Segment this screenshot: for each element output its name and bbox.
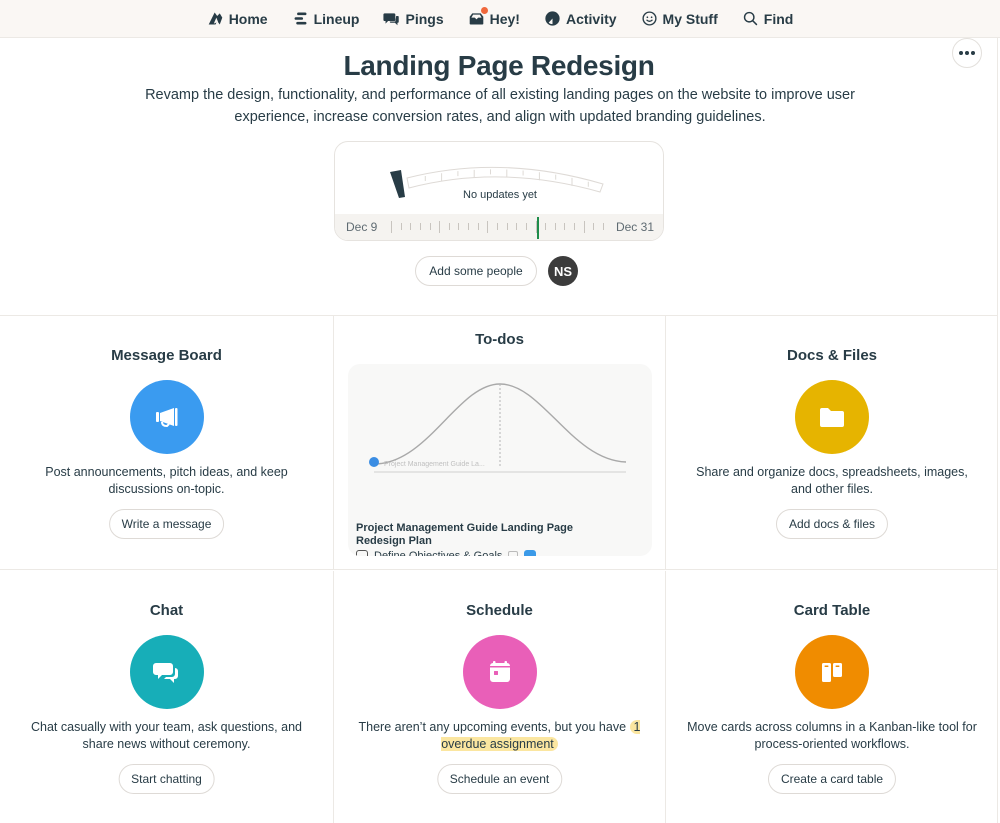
folder-icon (795, 380, 869, 454)
megaphone-icon (129, 380, 204, 454)
timeline-tick (603, 223, 604, 230)
timeline-tick (545, 223, 547, 230)
timeline-end-date: Dec 31 (615, 220, 654, 234)
timeline-tick (593, 223, 595, 230)
tool-title: To-dos (475, 331, 524, 348)
basecamp-home-icon (207, 10, 224, 27)
schedule-event-button[interactable]: Schedule an event (436, 764, 563, 794)
nav-pings-label: Pings (405, 10, 444, 27)
avatar[interactable]: NS (548, 256, 578, 286)
timeline-tick (400, 223, 402, 230)
todo-list-name[interactable]: Project Management Guide Landing Page Re… (356, 522, 606, 548)
timeline-tick (391, 221, 392, 233)
create-card-table-button[interactable]: Create a card table (767, 764, 897, 794)
tool-todos[interactable]: To-dos Project Management Guide La... Pr… (333, 316, 666, 570)
assignee-icon (524, 550, 537, 556)
timeline-tick (564, 223, 566, 230)
tool-title: Chat (149, 602, 184, 619)
project-description: Revamp the design, functionality, and pe… (145, 87, 855, 125)
tool-docs-files[interactable]: Docs & Files Share and organize docs, sp… (666, 316, 998, 570)
tool-chat[interactable]: Chat Chat casually with your team, ask q… (0, 571, 333, 823)
tool-description: There aren’t any upcoming events, but yo… (354, 719, 645, 753)
notification-badge (480, 7, 488, 14)
timeline-bar: Dec 9 Dec 31 (335, 214, 663, 240)
timeline-tick (439, 221, 441, 233)
tool-title: Schedule (466, 602, 533, 619)
tool-title: Docs & Files (786, 347, 878, 364)
timeline-tick (574, 223, 576, 230)
timeline-tick (506, 223, 508, 230)
schedule-description-text: There aren’t any upcoming events, but yo… (358, 720, 630, 734)
smiley-icon (641, 10, 658, 27)
timeline-tick (419, 223, 421, 230)
nav-lineup[interactable]: Lineup (292, 10, 360, 27)
timeline-ticks (391, 214, 604, 240)
nav-activity[interactable]: Activity (544, 10, 617, 27)
timeline-tick (497, 223, 498, 230)
tool-card-table[interactable]: Card Table Move cards across columns in … (666, 571, 998, 823)
project-title: Landing Page Redesign (343, 50, 655, 81)
timeline-tick (410, 223, 412, 230)
tool-schedule[interactable]: Schedule There aren’t any upcoming event… (333, 571, 666, 823)
tool-title: Message Board (111, 347, 222, 364)
start-chatting-button[interactable]: Start chatting (118, 764, 215, 794)
nav-my-stuff[interactable]: My Stuff (641, 10, 718, 27)
nav-my-stuff-label: My Stuff (662, 10, 718, 27)
tool-description: Chat casually with your team, ask questi… (31, 720, 302, 751)
pings-chat-icon (383, 10, 400, 27)
timeline-today-marker (537, 217, 540, 239)
chat-bubbles-icon (129, 635, 204, 709)
todo-hill-chart: Project Management Guide La... (369, 383, 627, 473)
project-progress-card[interactable]: No updates yet Dec 9 Dec 31 (334, 141, 664, 241)
project-tools-grid: Message Board Post announcements, pitch … (0, 315, 998, 823)
project-page: Landing Page Redesign Revamp the design,… (0, 38, 998, 823)
progress-status-text: No updates yet (463, 189, 537, 201)
timeline-start-date: Dec 9 (346, 220, 378, 234)
timeline-tick (429, 223, 431, 230)
timeline-tick (477, 223, 479, 230)
tool-description: Post announcements, pitch ideas, and kee… (45, 465, 288, 496)
timeline-tick (468, 223, 470, 230)
nav-lineup-label: Lineup (313, 10, 360, 27)
write-message-button[interactable]: Write a message (108, 509, 225, 539)
nav-pings[interactable]: Pings (383, 10, 444, 27)
progress-gauge (390, 166, 604, 198)
note-icon (508, 550, 519, 556)
add-people-button[interactable]: Add some people (415, 256, 537, 286)
lineup-icon (292, 10, 309, 27)
todo-checkbox[interactable] (356, 550, 368, 556)
todos-preview[interactable]: Project Management Guide La... Project M… (348, 364, 652, 556)
hill-progress-dot (369, 457, 379, 467)
search-icon (742, 10, 759, 27)
hill-dot-label: Project Management Guide La... (384, 461, 485, 468)
nav-find-label: Find (763, 10, 794, 27)
timeline-tick (516, 223, 518, 230)
timeline-tick (583, 221, 585, 233)
calendar-icon (462, 635, 537, 709)
tool-description: Share and organize docs, spreadsheets, i… (696, 465, 968, 496)
activity-icon (544, 10, 561, 27)
add-docs-button[interactable]: Add docs & files (775, 509, 889, 539)
timeline-tick (554, 223, 556, 230)
timeline-tick (535, 221, 537, 233)
tool-description: Move cards across columns in a Kanban-li… (687, 720, 977, 751)
timeline-tick (525, 223, 527, 230)
nav-hey[interactable]: Hey! (468, 7, 520, 27)
top-navigation: Home Lineup Pings Hey! Activity My Stuff (0, 0, 1000, 38)
nav-home[interactable]: Home (207, 10, 268, 27)
nav-find[interactable]: Find (742, 10, 794, 27)
timeline-tick (448, 223, 450, 230)
todo-item[interactable]: Define Objectives & Goals (356, 550, 537, 556)
tool-title: Card Table (793, 602, 871, 619)
timeline-tick (487, 221, 489, 233)
timeline-tick (458, 223, 460, 230)
nav-hey-label: Hey! (489, 10, 520, 27)
card-table-icon (795, 635, 869, 709)
tool-message-board[interactable]: Message Board Post announcements, pitch … (0, 316, 333, 570)
nav-home-label: Home (228, 10, 268, 27)
hey-inbox-icon (468, 7, 488, 27)
nav-activity-label: Activity (565, 10, 617, 27)
todo-item-label: Define Objectives & Goals (374, 550, 503, 556)
